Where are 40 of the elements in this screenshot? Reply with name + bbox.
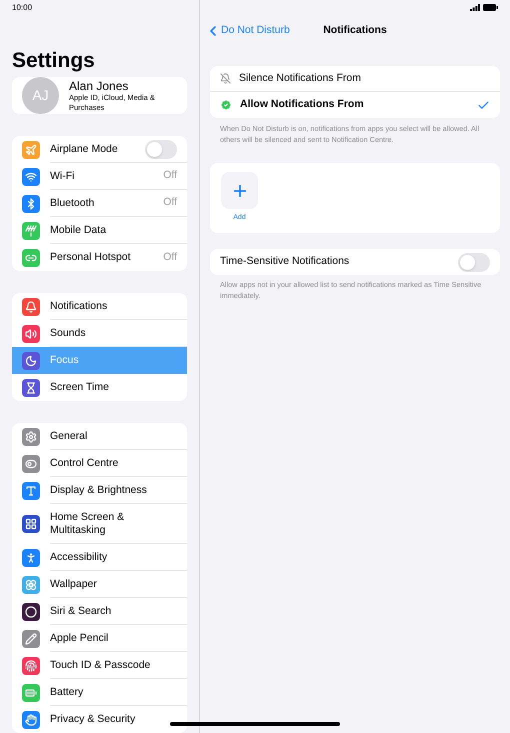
battery-icon	[483, 4, 498, 10]
row-label: Battery	[50, 686, 84, 698]
row-label: Privacy & Security	[50, 713, 136, 726]
signal-icon	[470, 4, 480, 10]
row-label: Personal Hotspot	[50, 251, 132, 264]
row-label: Wi-Fi	[50, 170, 76, 182]
row-label: Screen Time	[50, 381, 110, 394]
sidebar-title: Settings	[12, 48, 96, 74]
row-label: Display & Brightness	[50, 484, 148, 496]
avatar: AJ	[22, 77, 59, 114]
profile-name: Alan Jones	[69, 78, 130, 92]
row-label: Time-Sensitive Notifications	[220, 254, 350, 270]
row-label: Mobile Data	[50, 224, 108, 236]
option-row[interactable]: Allow Notifications From	[210, 92, 500, 118]
row-label: Wallpaper	[50, 578, 98, 590]
option-label: Allow Notifications From	[240, 97, 365, 112]
row-label: Bluetooth	[50, 196, 96, 210]
row-label: General	[50, 430, 88, 442]
option-row[interactable]: Silence Notifications From	[210, 66, 500, 92]
row-label: Accessibility	[50, 550, 108, 564]
checkmark-icon	[477, 98, 490, 112]
badge-check-icon	[220, 99, 232, 111]
row-label: Focus	[50, 354, 80, 367]
row-value: Off	[163, 250, 177, 265]
row-label: Airplane Mode	[50, 142, 119, 156]
row-value: Off	[163, 195, 177, 210]
row-value: Off	[163, 168, 177, 184]
status-time: 10:00	[12, 2, 32, 14]
toggle-switch[interactable]	[145, 140, 177, 158]
row-label: Notifications	[50, 300, 108, 312]
page-title: Notifications	[323, 23, 387, 38]
option-label: Silence Notifications From	[239, 70, 362, 86]
row-label: Siri & Search	[50, 604, 112, 618]
row-label: Apple Pencil	[50, 632, 110, 644]
toggle-switch[interactable]	[458, 252, 490, 272]
row-label: Sounds	[50, 326, 87, 340]
bell-slash-icon	[220, 73, 231, 84]
row-label: Home Screen & Multitasking	[50, 510, 126, 536]
row-label: Touch ID & Passcode	[50, 658, 152, 672]
row-label: Control Centre	[50, 456, 120, 470]
